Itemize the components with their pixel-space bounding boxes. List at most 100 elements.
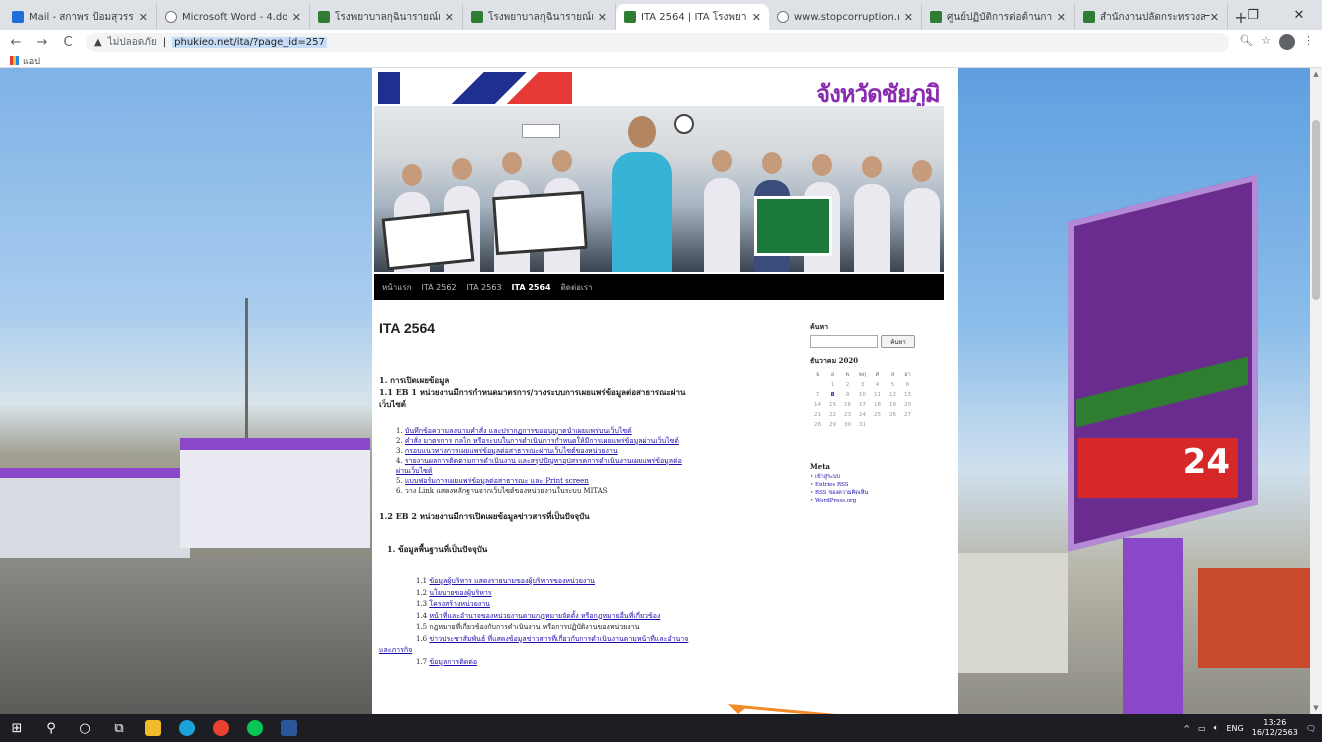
profile-avatar[interactable] xyxy=(1279,34,1295,50)
task-view-icon[interactable]: ⧉ xyxy=(102,714,136,742)
word-icon[interactable] xyxy=(272,714,306,742)
document-link[interactable]: แบบฟอร์มการเผยแพร่ข้อมูลต่อสาธารณะ และ P… xyxy=(405,477,589,485)
bookmarks-bar: แอป xyxy=(0,54,1322,68)
browser-tab[interactable]: ศูนย์ปฏิบัติการต่อต้านการทุจริต✕ xyxy=(922,4,1075,30)
calendar-day-header: ส xyxy=(890,372,895,378)
list-item: 1.2 นโยบายของผู้บริหาร xyxy=(416,588,492,597)
browser-tab[interactable]: Microsoft Word - 4.doc ✕ xyxy=(157,4,310,30)
reload-button[interactable]: C xyxy=(60,35,76,50)
close-tab-icon[interactable]: ✕ xyxy=(292,11,301,24)
zoom-icon[interactable]: 🔍︎ xyxy=(1239,34,1253,50)
edge-icon[interactable] xyxy=(170,714,204,742)
chevron-up-icon[interactable]: ^ xyxy=(1183,724,1190,733)
star-icon[interactable]: ☆ xyxy=(1261,34,1271,50)
close-tab-icon[interactable]: ✕ xyxy=(904,11,913,24)
scroll-thumb[interactable] xyxy=(1312,120,1320,300)
calendar-day xyxy=(810,380,825,390)
calendar-day-header: อ xyxy=(830,372,835,378)
file-explorer-icon[interactable] xyxy=(136,714,170,742)
meta-list: เข้าสู่ระบบ Entries RSS RSS ของความคิดเห… xyxy=(810,473,950,505)
browser-tab-active[interactable]: ITA 2564 | ITA โรงพยาบาลภูเขียว✕ xyxy=(616,4,769,30)
meta-link-comments-rss[interactable]: RSS ของความคิดเห็น xyxy=(810,489,950,497)
close-tab-icon[interactable]: ✕ xyxy=(139,11,148,24)
meta-link-entries-rss[interactable]: Entries RSS xyxy=(810,481,950,489)
calendar-week: 14 15 16 17 18 19 20 xyxy=(810,400,915,410)
document-link[interactable]: กรอบแนวทางการเผยแพร่ข้อมูลต่อสาธารณะผ่าน… xyxy=(405,447,618,455)
document-link[interactable]: หน้าที่และอำนาจของหน่วยงานตามกฎหมายจัดตั… xyxy=(429,612,660,620)
menu-icon[interactable]: ⋮ xyxy=(1303,34,1314,50)
warning-icon[interactable]: ▲ xyxy=(94,37,102,48)
scroll-down-icon[interactable]: ▼ xyxy=(1310,702,1322,714)
calendar-day: 24 xyxy=(859,412,866,418)
forward-button[interactable]: → xyxy=(34,35,50,50)
close-tab-icon[interactable]: ✕ xyxy=(1057,11,1066,24)
document-link[interactable]: โครงสร้างหน่วยงาน xyxy=(429,600,490,608)
calendar-day-header: อา xyxy=(904,372,911,378)
line-icon[interactable] xyxy=(238,714,272,742)
notifications-icon[interactable]: 🗨︎ xyxy=(1306,724,1316,733)
list-item: 1.5 กฎหมายที่เกี่ยวข้องกับการดำเนินงาน ห… xyxy=(416,623,640,631)
document-link[interactable]: คำสั่ง มาตรการ กลไก หรือระบบในการดำเนินก… xyxy=(405,437,679,445)
document-link[interactable]: บันทึกข้อความลงนามคำสั่ง และปรากฏการขออน… xyxy=(405,427,632,435)
browser-tab[interactable]: โรงพยาบาลกุฉินารายณ์เฉลิมพระเกียร✕ xyxy=(463,4,616,30)
close-tab-icon[interactable]: ✕ xyxy=(598,11,607,24)
network-icon[interactable]: ▭ xyxy=(1198,724,1206,733)
calendar-day: 2 xyxy=(845,382,850,388)
document-link[interactable]: นโยบายของผู้บริหาร xyxy=(429,589,491,597)
nav-ita-2564[interactable]: ITA 2564 xyxy=(512,283,551,292)
maximize-button[interactable]: ❐ xyxy=(1230,0,1276,30)
calendar-day: 29 xyxy=(829,422,836,428)
list-item: 1.7 ข้อมูลการติดต่อ xyxy=(416,657,478,666)
ita-logo[interactable] xyxy=(378,72,400,104)
scroll-up-icon[interactable]: ▲ xyxy=(1310,68,1322,80)
separator: | xyxy=(162,36,167,48)
list-item: 1.3 โครงสร้างหน่วยงาน xyxy=(416,600,490,608)
chrome-icon[interactable] xyxy=(204,714,238,742)
document-link[interactable]: ผ่านเว็บไซต์ xyxy=(396,467,432,475)
ita-logo-mark[interactable] xyxy=(432,72,572,104)
volume-icon[interactable]: 🔈︎ xyxy=(1214,723,1219,733)
document-link[interactable]: ข่าวประชาสัมพันธ์ ที่แสดงข้อมูลข่าวสารที… xyxy=(429,635,688,643)
calendar-day: 4 xyxy=(875,382,880,388)
close-tab-icon[interactable]: ✕ xyxy=(752,11,761,24)
calendar-day: 31 xyxy=(859,422,866,428)
list-item: 1.1 ข้อมูลผู้บริหาร แสดงรายนามของผู้บริห… xyxy=(416,577,595,585)
minimize-button[interactable]: – xyxy=(1184,0,1230,30)
nav-ita-2562[interactable]: ITA 2562 xyxy=(422,283,457,292)
nav-home[interactable]: หน้าแรก xyxy=(382,281,412,294)
meta-link-wordpress[interactable]: WordPress.org xyxy=(810,497,950,505)
search-input[interactable] xyxy=(810,335,878,348)
close-window-button[interactable]: ✕ xyxy=(1276,0,1322,30)
nav-contact[interactable]: ติดต่อเรา xyxy=(561,281,593,294)
back-button[interactable]: ← xyxy=(8,35,24,50)
entry-content: ITA 2564 1. การเปิดเผยข้อมูล 1.1 EB 1 หน… xyxy=(379,320,799,668)
person-head xyxy=(812,154,832,176)
language-indicator[interactable]: ENG xyxy=(1226,724,1243,733)
cortana-icon[interactable]: ○ xyxy=(68,714,102,742)
window-controls: – ❐ ✕ xyxy=(1184,0,1322,30)
header-banner-photo xyxy=(374,106,944,272)
close-tab-icon[interactable]: ✕ xyxy=(445,11,454,24)
document-link[interactable]: รายงานผลการติดตามการดำเนินงาน และสรุปปัญ… xyxy=(405,457,682,465)
apps-grid-icon[interactable] xyxy=(10,56,19,65)
taskbar-clock[interactable]: 13:26 16/12/2563 xyxy=(1252,718,1298,738)
url-text[interactable]: phukieo.net/ita/?page_id=257 xyxy=(172,36,327,48)
browser-tab[interactable]: โรงพยาบาลกุฉินารายณ์เฉลิมพระเกียร✕ xyxy=(310,4,463,30)
nav-ita-2563[interactable]: ITA 2563 xyxy=(467,283,502,292)
document-link[interactable]: ข้อมูลผู้บริหาร แสดงรายนามของผู้บริหารขอ… xyxy=(429,577,595,585)
meta-link-login[interactable]: เข้าสู่ระบบ xyxy=(810,473,950,481)
globe-icon xyxy=(777,11,789,23)
document-link[interactable]: และภารกิจ xyxy=(379,646,412,654)
security-status[interactable]: ไม่ปลอดภัย xyxy=(108,35,157,50)
address-bar[interactable]: ▲ ไม่ปลอดภัย | phukieo.net/ita/?page_id=… xyxy=(86,32,1230,52)
windows-start-icon[interactable]: ⊞ xyxy=(0,714,34,742)
document-link[interactable]: ข้อมูลการติดต่อ xyxy=(429,658,477,666)
browser-tab[interactable]: Mail - สกาพร ป้อมสุวรรณ - O✕ xyxy=(4,4,157,30)
search-icon[interactable]: ⚲ xyxy=(34,714,68,742)
page-scrollbar[interactable]: ▲ ▼ xyxy=(1310,68,1322,714)
parking-lot xyxy=(0,558,372,714)
calendar-day[interactable]: 8 xyxy=(825,390,840,400)
browser-tab[interactable]: www.stopcorruption.moph.✕ xyxy=(769,4,922,30)
search-button[interactable]: ค้นหา xyxy=(881,335,915,348)
apps-label[interactable]: แอป xyxy=(23,54,40,68)
